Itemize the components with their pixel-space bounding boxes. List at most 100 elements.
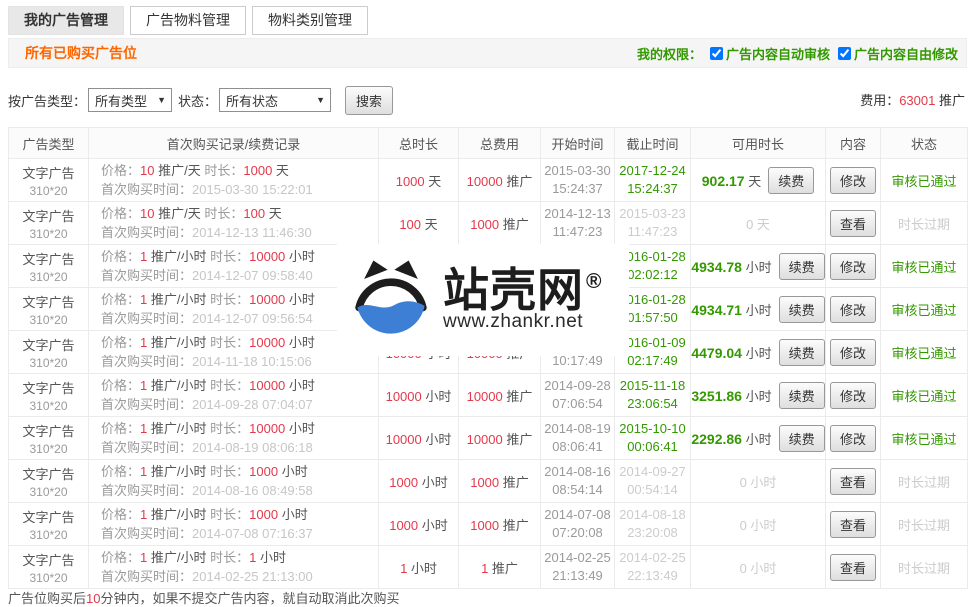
title-bar: 所有已购买广告位 我的权限： 广告内容自动审核 广告内容自由修改 bbox=[8, 38, 967, 68]
ad-type: 文字广告 bbox=[9, 507, 88, 526]
total-duration-cell: 10000 小时 bbox=[379, 374, 459, 417]
total-duration-cell: 10000 小时 bbox=[379, 417, 459, 460]
cat-logo-icon bbox=[349, 255, 433, 345]
start-time-cell: 2014-08-1608:54:14 bbox=[541, 460, 615, 503]
price-line: 价格：1 推广/小时 时长：1000 小时 bbox=[101, 505, 378, 525]
total-duration-cell: 1000 小时 bbox=[379, 460, 459, 503]
ad-type-cell: 文字广告 310*20 bbox=[9, 288, 89, 331]
ad-type: 文字广告 bbox=[9, 163, 88, 182]
renew-button[interactable]: 续费 bbox=[779, 382, 825, 409]
total-cost-cell: 1000 推广 bbox=[459, 503, 541, 546]
ad-size: 310*20 bbox=[9, 270, 88, 284]
purchase-record-cell: 价格：10 推广/天 时长：1000 天 首次购买时间：2015-03-30 1… bbox=[89, 159, 379, 202]
first-buy-line: 首次购买时间：2014-08-19 08:06:18 bbox=[101, 438, 378, 458]
purchase-record-cell: 价格：10 推广/天 时长：100 天 首次购买时间：2014-12-13 11… bbox=[89, 202, 379, 245]
tab-ad-materials[interactable]: 广告物料管理 bbox=[130, 6, 246, 35]
content-action-button[interactable]: 查看 bbox=[830, 210, 876, 237]
watermark-brand: 站壳网 bbox=[443, 264, 584, 316]
ad-type-select[interactable]: 所有类型 ▼ bbox=[88, 88, 172, 112]
available-duration-cell: 0 小时 bbox=[691, 503, 826, 546]
renew-button[interactable]: 续费 bbox=[768, 167, 814, 194]
free-edit-checkbox[interactable] bbox=[838, 47, 851, 60]
watermark-url: www.zhankr.net bbox=[443, 311, 599, 333]
ad-type: 文字广告 bbox=[9, 292, 88, 311]
start-time-cell: 2015-03-3015:24:37 bbox=[541, 159, 615, 202]
content-action-button[interactable]: 修改 bbox=[830, 167, 876, 194]
status-select[interactable]: 所有状态 ▼ bbox=[219, 88, 331, 112]
available-duration-cell: 0 小时 bbox=[691, 460, 826, 503]
purchase-record-cell: 价格：1 推广/小时 时长：1000 小时 首次购买时间：2014-07-08 … bbox=[89, 503, 379, 546]
content-cell: 修改 bbox=[826, 159, 881, 202]
available-duration-cell: 0 小时 bbox=[691, 546, 826, 589]
status-badge: 审核已通过 bbox=[881, 417, 968, 460]
ad-type-select-value: 所有类型 bbox=[95, 91, 147, 110]
tab-material-categories[interactable]: 物料类别管理 bbox=[252, 6, 368, 35]
start-time-cell: 2014-12-1311:47:23 bbox=[541, 202, 615, 245]
table-header-row: 广告类型 首次购买记录/续费记录 总时长 总费用 开始时间 截止时间 可用时长 … bbox=[9, 128, 968, 159]
content-action-button[interactable]: 修改 bbox=[830, 382, 876, 409]
renew-button[interactable]: 续费 bbox=[779, 296, 825, 323]
available-duration-cell: 902.17 天续费 bbox=[691, 159, 826, 202]
status-select-value: 所有状态 bbox=[226, 91, 278, 110]
content-action-button[interactable]: 修改 bbox=[830, 253, 876, 280]
content-action-button[interactable]: 修改 bbox=[830, 425, 876, 452]
ad-type: 文字广告 bbox=[9, 335, 88, 354]
table-row: 文字广告 310*20 价格：1 推广/小时 时长：1 小时 首次购买时间：20… bbox=[9, 546, 968, 589]
content-cell: 修改 bbox=[826, 374, 881, 417]
ad-type: 文字广告 bbox=[9, 378, 88, 397]
content-action-button[interactable]: 修改 bbox=[830, 296, 876, 323]
content-action-button[interactable]: 查看 bbox=[830, 511, 876, 538]
table-row: 文字广告 310*20 价格：10 推广/天 时长：1000 天 首次购买时间：… bbox=[9, 159, 968, 202]
renew-button[interactable]: 续费 bbox=[779, 253, 825, 280]
end-time-cell: 2015-03-2311:47:23 bbox=[615, 202, 691, 245]
purchase-record-cell: 价格：1 推广/小时 时长：1000 小时 首次购买时间：2014-08-16 … bbox=[89, 460, 379, 503]
content-cell: 修改 bbox=[826, 331, 881, 374]
watermark-text: 站壳网® www.zhankr.net bbox=[443, 267, 599, 333]
content-action-button[interactable]: 修改 bbox=[830, 339, 876, 366]
status-badge: 时长过期 bbox=[881, 202, 968, 245]
table-row: 文字广告 310*20 价格：1 推广/小时 时长：1000 小时 首次购买时间… bbox=[9, 460, 968, 503]
ad-type-cell: 文字广告 310*20 bbox=[9, 202, 89, 245]
content-action-button[interactable]: 查看 bbox=[830, 468, 876, 495]
content-cell: 修改 bbox=[826, 417, 881, 460]
available-duration-cell: 4934.78 小时续费 bbox=[691, 245, 826, 288]
chevron-down-icon: ▼ bbox=[316, 95, 325, 105]
start-time-cell: 2014-09-2807:06:54 bbox=[541, 374, 615, 417]
renew-button[interactable]: 续费 bbox=[779, 339, 825, 366]
total-cost-cell: 1 推广 bbox=[459, 546, 541, 589]
purchase-record-cell: 价格：1 推广/小时 时长：10000 小时 首次购买时间：2014-08-19… bbox=[89, 417, 379, 460]
ad-type: 文字广告 bbox=[9, 249, 88, 268]
available-duration-cell: 3251.86 小时续费 bbox=[691, 374, 826, 417]
status-badge: 审核已通过 bbox=[881, 374, 968, 417]
available-duration-cell: 4934.71 小时续费 bbox=[691, 288, 826, 331]
col-total-cost: 总费用 bbox=[459, 128, 541, 159]
ad-type-cell: 文字广告 310*20 bbox=[9, 159, 89, 202]
ad-size: 310*20 bbox=[9, 442, 88, 456]
col-available-duration: 可用时长 bbox=[691, 128, 826, 159]
tab-my-ads[interactable]: 我的广告管理 bbox=[8, 6, 124, 35]
page-title: 所有已购买广告位 bbox=[25, 43, 137, 63]
registered-mark-icon: ® bbox=[586, 270, 601, 293]
ad-type: 文字广告 bbox=[9, 206, 88, 225]
status-badge: 审核已通过 bbox=[881, 245, 968, 288]
total-cost-cell: 1000 推广 bbox=[459, 460, 541, 503]
ad-type: 文字广告 bbox=[9, 464, 88, 483]
ad-type-cell: 文字广告 310*20 bbox=[9, 331, 89, 374]
purchase-record-cell: 价格：1 推广/小时 时长：10000 小时 首次购买时间：2014-11-18… bbox=[89, 331, 379, 374]
search-button[interactable]: 搜索 bbox=[345, 86, 393, 115]
first-buy-line: 首次购买时间：2015-03-30 15:22:01 bbox=[101, 180, 378, 200]
permissions-label: 我的权限： bbox=[637, 44, 702, 63]
watermark: 站壳网® www.zhankr.net bbox=[337, 244, 629, 356]
fee-balance: 费用：63001 推广 bbox=[860, 90, 965, 109]
end-time-cell: 2015-10-1000:06:41 bbox=[615, 417, 691, 460]
available-duration-cell: 4479.04 小时续费 bbox=[691, 331, 826, 374]
content-action-button[interactable]: 查看 bbox=[830, 554, 876, 581]
renew-button[interactable]: 续费 bbox=[779, 425, 825, 452]
purchase-record-cell: 价格：1 推广/小时 时长：10000 小时 首次购买时间：2014-12-07… bbox=[89, 288, 379, 331]
status-badge: 时长过期 bbox=[881, 460, 968, 503]
total-duration-cell: 1000 天 bbox=[379, 159, 459, 202]
auto-review-checkbox[interactable] bbox=[710, 47, 723, 60]
end-time-cell: 2017-12-2415:24:37 bbox=[615, 159, 691, 202]
content-cell: 修改 bbox=[826, 245, 881, 288]
col-purchase-record: 首次购买记录/续费记录 bbox=[89, 128, 379, 159]
